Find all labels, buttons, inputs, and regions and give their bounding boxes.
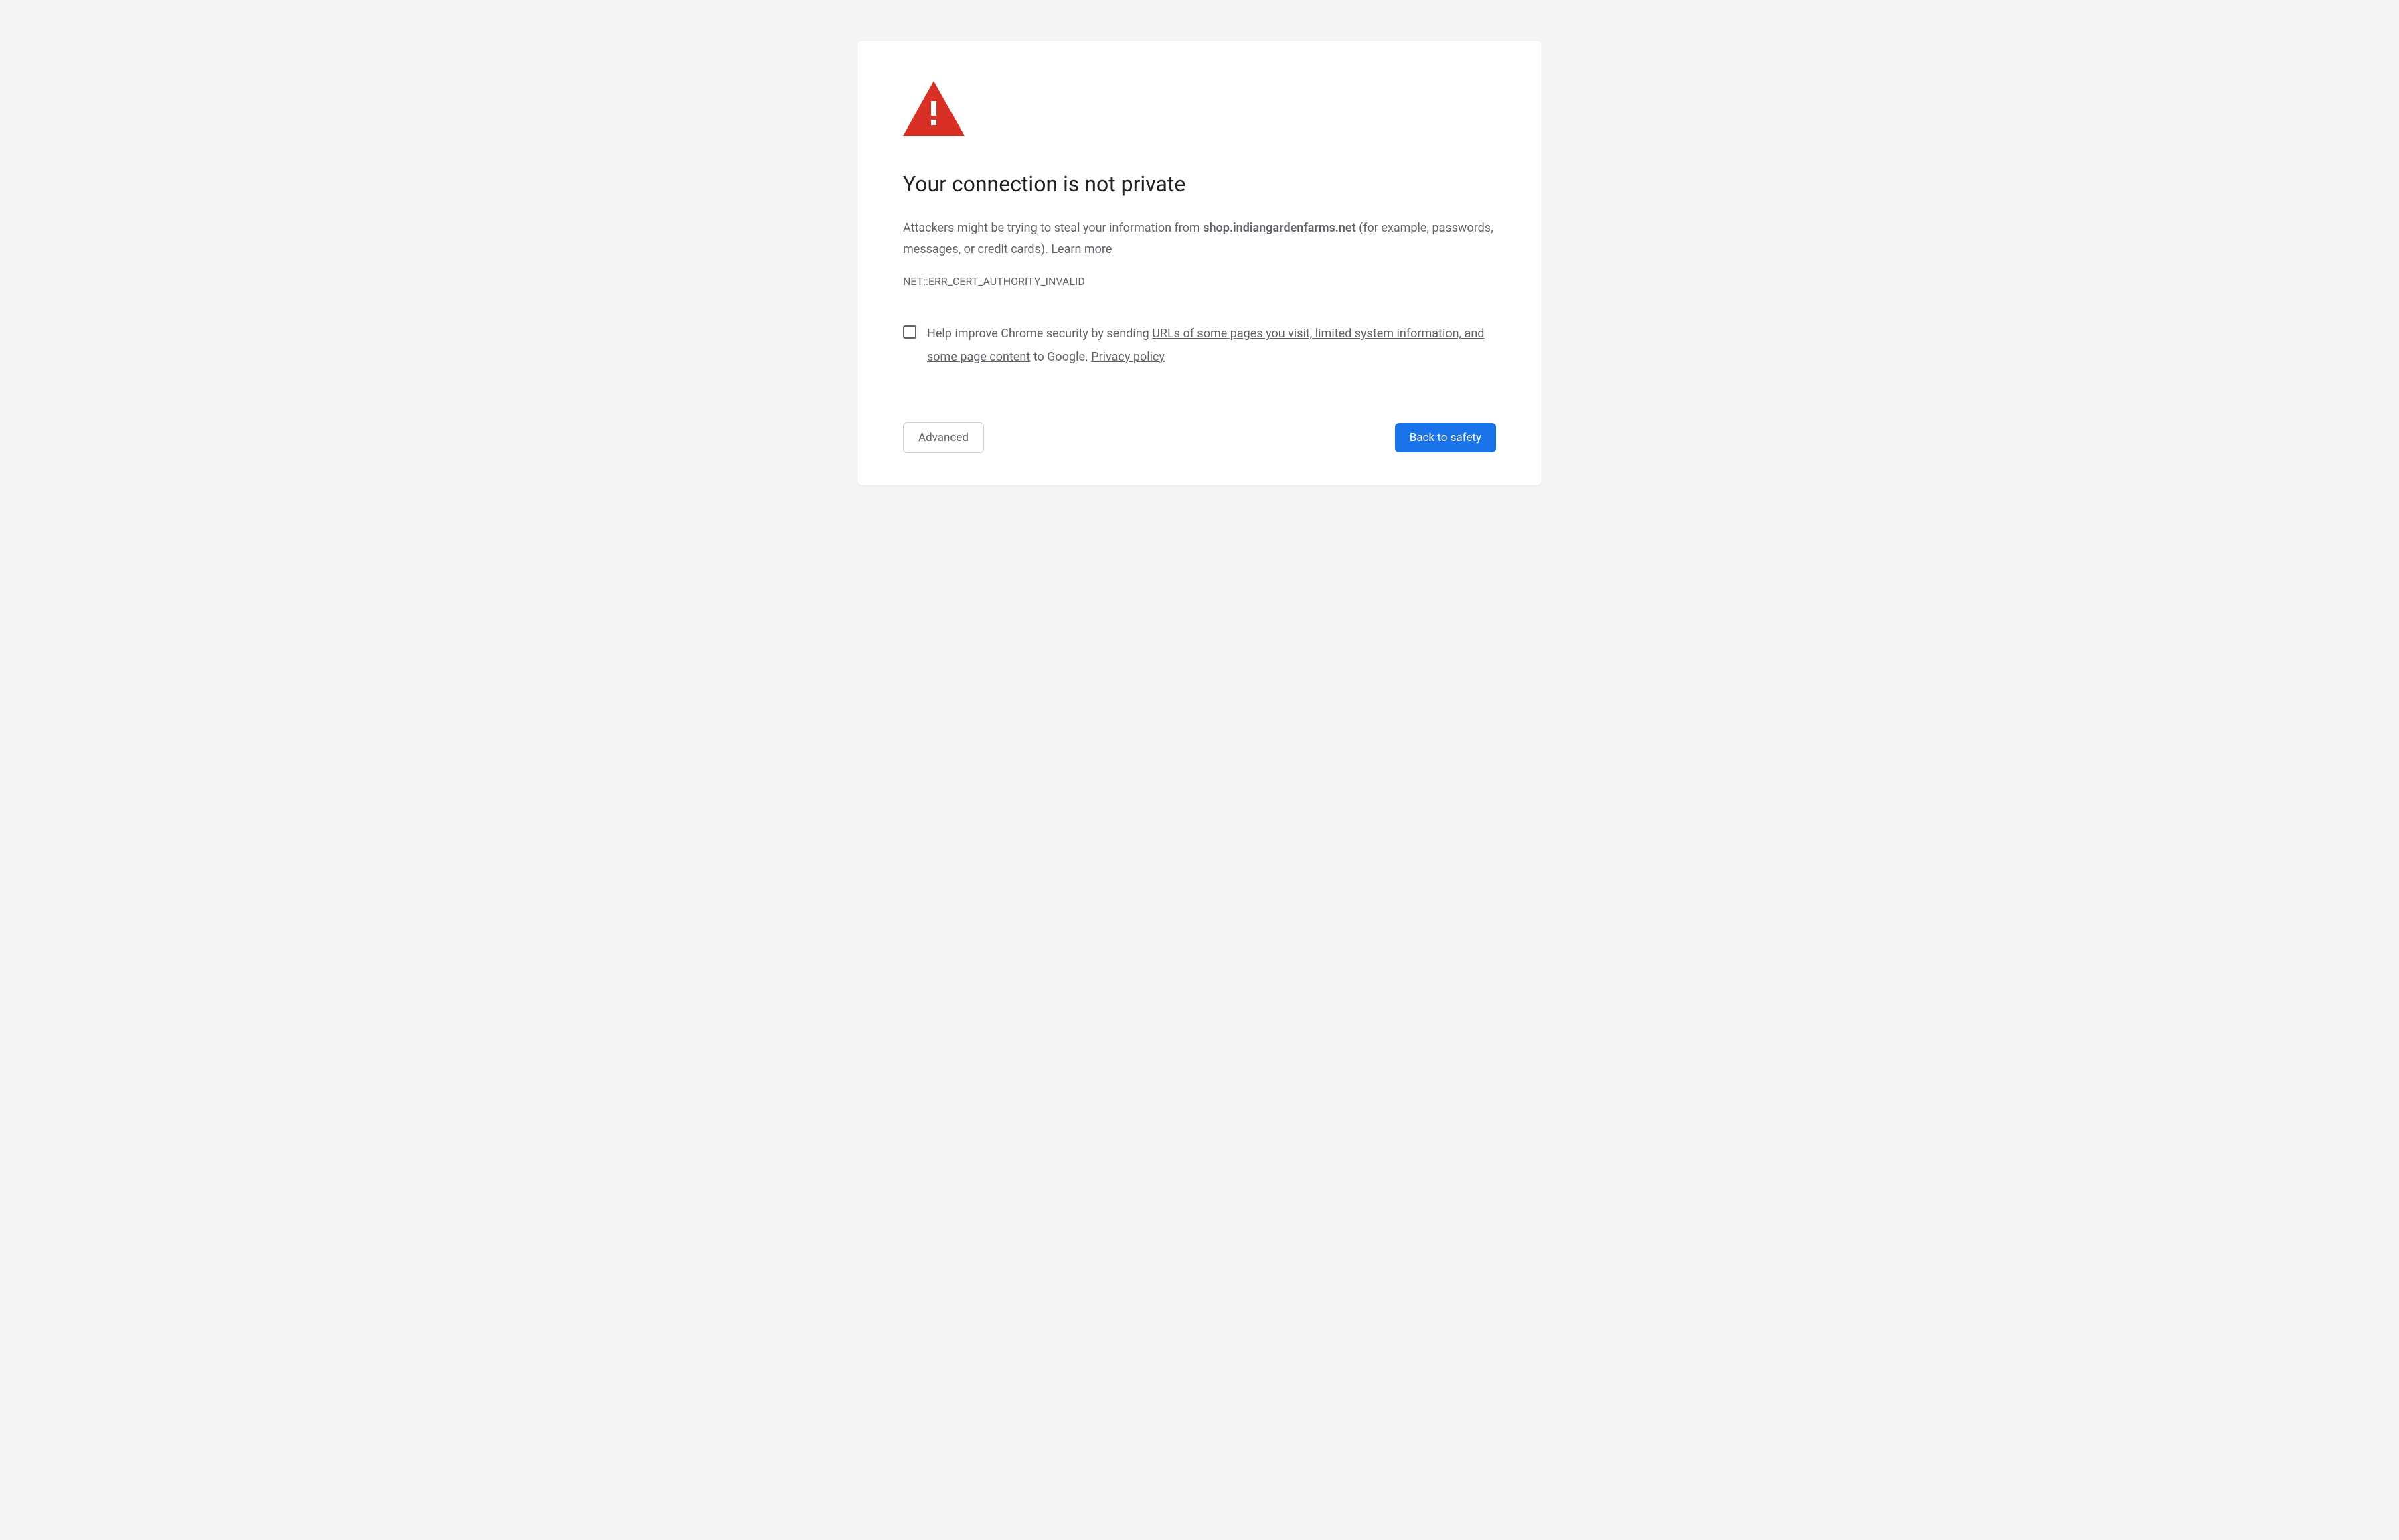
- warning-description: Attackers might be trying to steal your …: [903, 218, 1496, 261]
- optin-prefix: Help improve Chrome security by sending: [927, 327, 1152, 341]
- optin-row: Help improve Chrome security by sending …: [903, 323, 1496, 368]
- optin-checkbox-wrap: [903, 323, 916, 339]
- learn-more-link[interactable]: Learn more: [1051, 242, 1112, 256]
- ssl-warning-card: Your connection is not private Attackers…: [857, 40, 1542, 486]
- description-prefix: Attackers might be trying to steal your …: [903, 221, 1203, 235]
- advanced-button[interactable]: Advanced: [903, 422, 984, 453]
- optin-middle: to Google.: [1030, 350, 1091, 364]
- warning-triangle-icon: [903, 81, 1496, 139]
- warning-heading: Your connection is not private: [903, 171, 1496, 199]
- privacy-policy-link[interactable]: Privacy policy: [1091, 350, 1165, 364]
- optin-text: Help improve Chrome security by sending …: [927, 323, 1496, 368]
- description-domain: shop.indiangardenfarms.net: [1203, 221, 1355, 235]
- back-to-safety-button[interactable]: Back to safety: [1395, 423, 1496, 452]
- optin-checkbox[interactable]: [903, 325, 916, 339]
- error-code: NET::ERR_CERT_AUTHORITY_INVALID: [903, 275, 1496, 288]
- button-row: Advanced Back to safety: [903, 422, 1496, 453]
